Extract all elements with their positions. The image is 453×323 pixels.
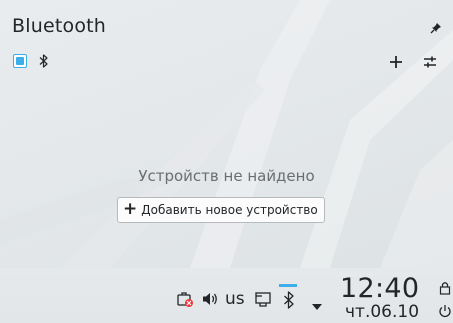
speaker-icon — [203, 293, 217, 305]
triangle-down-icon — [312, 304, 322, 310]
bluetooth-active-indicator — [279, 284, 297, 287]
bluetooth-icon — [284, 291, 294, 309]
clipboard-tray-item[interactable] — [254, 290, 272, 312]
popup-toolbar — [13, 53, 51, 69]
no-devices-message: Устройств не найдено — [138, 167, 315, 185]
clipboard-icon — [255, 292, 271, 307]
clock-time[interactable]: 12:40 — [340, 275, 419, 302]
expand-tray-button[interactable] — [311, 296, 323, 315]
plus-icon: + — [123, 198, 138, 219]
keyboard-layout-indicator[interactable]: us — [225, 289, 245, 309]
power-icon — [439, 305, 451, 318]
volume-tray-item[interactable] — [201, 291, 219, 311]
bluetooth-icon — [39, 54, 48, 68]
add-device-toolbar-button[interactable] — [387, 53, 405, 71]
bluetooth-tray-item[interactable] — [282, 290, 296, 314]
clock-date[interactable]: чт.06.10 — [345, 304, 419, 321]
bluetooth-toggle-checkbox[interactable] — [13, 54, 27, 68]
wallpaper-decoration — [0, 0, 453, 268]
lock-icon — [439, 282, 451, 295]
add-new-device-button[interactable]: + Добавить новое устройство — [117, 197, 325, 223]
briefcase-alert-tray-item[interactable] — [176, 290, 194, 312]
power-button[interactable] — [438, 303, 452, 322]
pin-icon — [430, 23, 441, 34]
lock-screen-button[interactable] — [439, 280, 451, 300]
configure-button[interactable] — [421, 53, 439, 71]
pin-button[interactable] — [429, 20, 443, 34]
add-new-device-label: Добавить новое устройство — [141, 203, 318, 217]
plus-icon — [390, 56, 402, 68]
popup-title: Bluetooth — [12, 15, 107, 37]
briefcase-alert-icon — [177, 292, 193, 307]
sliders-icon — [424, 56, 436, 68]
bluetooth-popup: Bluetooth Устройств не найдено + Добавит… — [0, 0, 453, 268]
